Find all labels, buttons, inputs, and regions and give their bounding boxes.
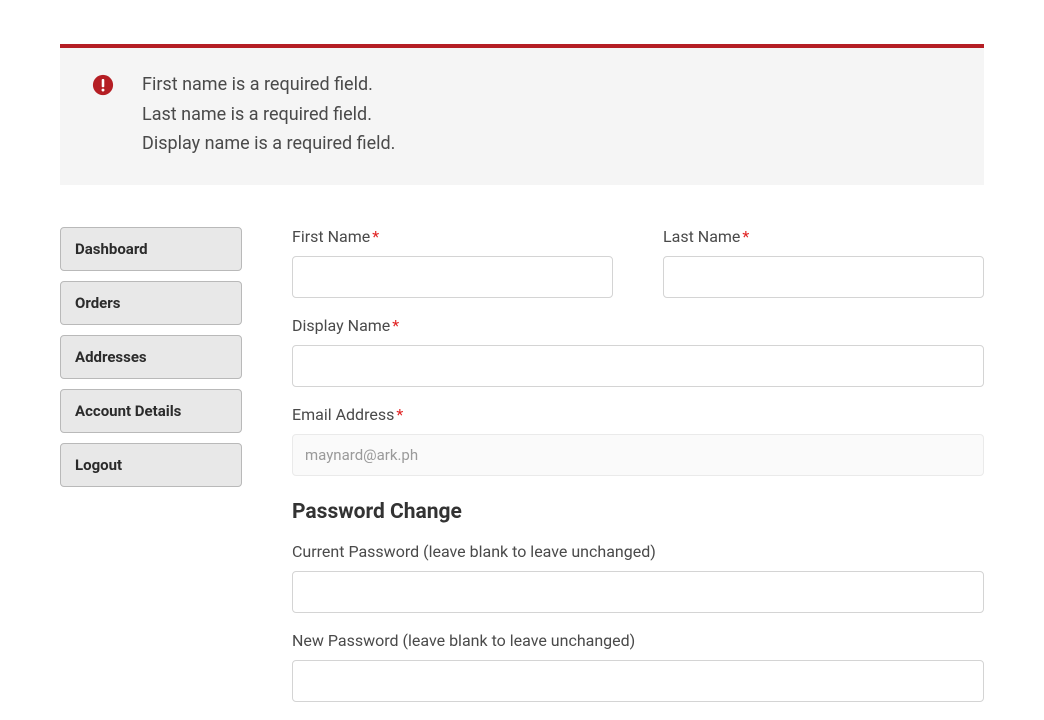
required-star: * <box>392 316 399 335</box>
display-name-label: Display Name* <box>292 316 984 335</box>
sidebar-item-dashboard[interactable]: Dashboard <box>60 227 242 271</box>
email-input[interactable] <box>292 434 984 476</box>
display-name-input[interactable] <box>292 345 984 387</box>
last-name-label: Last Name* <box>663 227 984 246</box>
password-change-heading: Password Change <box>292 500 984 524</box>
alert-line: Display name is a required field. <box>142 129 395 159</box>
current-password-label: Current Password (leave blank to leave u… <box>292 542 984 561</box>
new-password-input[interactable] <box>292 660 984 702</box>
label-text: Display Name <box>292 316 390 335</box>
required-star: * <box>742 227 749 246</box>
first-name-input[interactable] <box>292 256 613 298</box>
required-star: * <box>396 405 403 424</box>
current-password-group: Current Password (leave blank to leave u… <box>292 542 984 613</box>
current-password-input[interactable] <box>292 571 984 613</box>
email-group: Email Address* <box>292 405 984 476</box>
first-name-group: First Name* <box>292 227 613 298</box>
alert-icon <box>92 74 114 96</box>
content: First Name* Last Name* Display Name* <box>292 227 984 720</box>
alert-line: First name is a required field. <box>142 70 395 100</box>
sidebar-item-logout[interactable]: Logout <box>60 443 242 487</box>
required-star: * <box>372 227 379 246</box>
label-text: Email Address <box>292 405 394 424</box>
error-alert: First name is a required field. Last nam… <box>60 48 984 185</box>
sidebar-item-account-details[interactable]: Account Details <box>60 389 242 433</box>
label-text: Last Name <box>663 227 740 246</box>
label-text: First Name <box>292 227 370 246</box>
sidebar: Dashboard Orders Addresses Account Detai… <box>60 227 242 720</box>
email-label: Email Address* <box>292 405 984 424</box>
sidebar-item-addresses[interactable]: Addresses <box>60 335 242 379</box>
display-name-group: Display Name* <box>292 316 984 387</box>
last-name-group: Last Name* <box>663 227 984 298</box>
new-password-group: New Password (leave blank to leave uncha… <box>292 631 984 702</box>
alert-line: Last name is a required field. <box>142 100 395 130</box>
alert-messages: First name is a required field. Last nam… <box>142 70 395 159</box>
last-name-input[interactable] <box>663 256 984 298</box>
first-name-label: First Name* <box>292 227 613 246</box>
sidebar-item-orders[interactable]: Orders <box>60 281 242 325</box>
